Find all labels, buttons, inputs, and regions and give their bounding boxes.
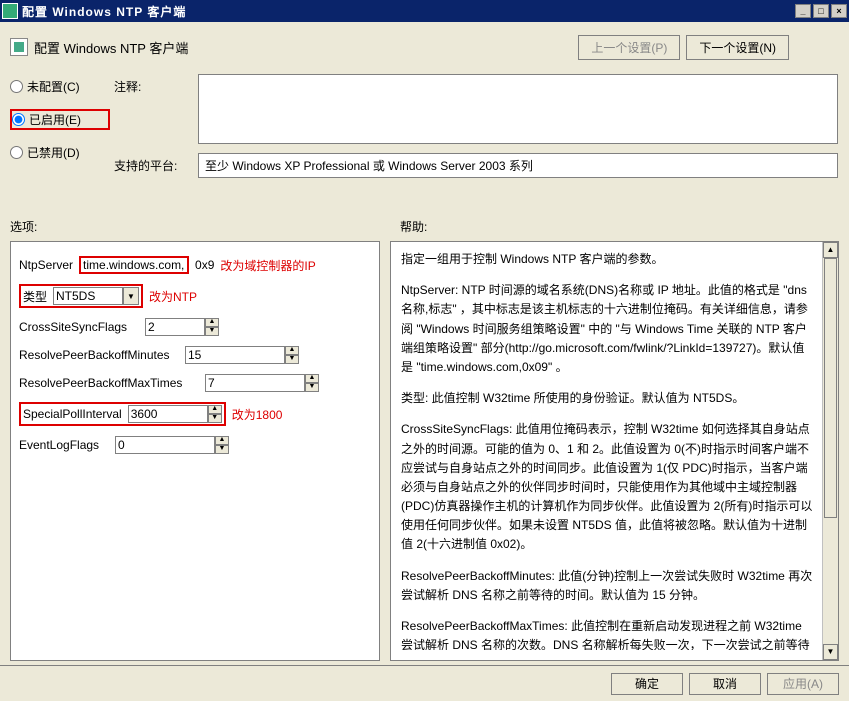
button-bar: 确定 取消 应用(A) (0, 665, 849, 701)
minimize-button[interactable]: _ (795, 4, 811, 18)
spin-down-icon[interactable]: ▼ (208, 414, 222, 423)
spin-up-icon[interactable]: ▲ (215, 436, 229, 445)
crosssite-label: CrossSiteSyncFlags (19, 320, 139, 334)
radio-enabled-label: 已启用(E) (29, 111, 81, 128)
spin-up-icon[interactable]: ▲ (205, 318, 219, 327)
ntpserver-input[interactable] (79, 256, 189, 274)
help-p6: ResolvePeerBackoffMaxTimes: 此值控制在重新启动发现进… (401, 617, 814, 650)
type-annotation: 改为NTP (149, 288, 197, 305)
close-button[interactable]: × (831, 4, 847, 18)
comment-label: 注释: (114, 74, 194, 95)
supported-label: 支持的平台: (114, 153, 194, 174)
ok-button[interactable]: 确定 (611, 673, 683, 695)
type-dropdown-icon[interactable]: ▼ (123, 287, 139, 305)
scroll-up-icon[interactable]: ▲ (823, 242, 838, 258)
crosssite-input[interactable] (145, 318, 205, 336)
prev-setting-button[interactable]: 上一个设置(P) (578, 35, 680, 60)
radio-disabled-label: 已禁用(D) (27, 144, 80, 161)
options-header: 选项: (10, 218, 380, 235)
type-combo[interactable]: ▼ (53, 287, 139, 305)
cancel-button[interactable]: 取消 (689, 673, 761, 695)
spin-up-icon[interactable]: ▲ (305, 374, 319, 383)
help-p2: NtpServer: NTP 时间源的域名系统(DNS)名称或 IP 地址。此值… (401, 281, 814, 377)
maximize-button[interactable]: □ (813, 4, 829, 18)
resolvemax-input[interactable] (205, 374, 305, 392)
radio-not-configured-label: 未配置(C) (27, 78, 80, 95)
title-bar: 配置 Windows NTP 客户端 _ □ × (0, 0, 849, 22)
type-label: 类型 (23, 288, 47, 305)
ntpserver-label: NtpServer (19, 258, 73, 272)
radio-not-configured-input[interactable] (10, 80, 23, 93)
resolvemax-spinner[interactable]: ▲▼ (205, 374, 319, 392)
help-p5: ResolvePeerBackoffMinutes: 此值(分钟)控制上一次尝试… (401, 567, 814, 605)
help-scrollbar[interactable]: ▲ ▼ (822, 242, 838, 660)
options-panel: NtpServer 0x9 改为域控制器的IP 类型 ▼ 改为NTP Cross… (10, 241, 380, 661)
resolvemin-spinner[interactable]: ▲▼ (185, 346, 299, 364)
spin-up-icon[interactable]: ▲ (285, 346, 299, 355)
radio-disabled[interactable]: 已禁用(D) (10, 144, 110, 161)
policy-icon (10, 38, 28, 56)
scroll-thumb[interactable] (824, 258, 837, 518)
help-p4: CrossSiteSyncFlags: 此值用位掩码表示，控制 W32time … (401, 420, 814, 554)
supported-platforms: 至少 Windows XP Professional 或 Windows Ser… (198, 153, 838, 178)
help-text[interactable]: 指定一组用于控制 Windows NTP 客户端的参数。 NtpServer: … (401, 250, 828, 650)
help-p1: 指定一组用于控制 Windows NTP 客户端的参数。 (401, 250, 814, 269)
eventlog-input[interactable] (115, 436, 215, 454)
radio-not-configured[interactable]: 未配置(C) (10, 78, 110, 95)
spin-down-icon[interactable]: ▼ (215, 445, 229, 454)
spin-down-icon[interactable]: ▼ (305, 383, 319, 392)
apply-button[interactable]: 应用(A) (767, 673, 839, 695)
scroll-track[interactable] (823, 258, 838, 644)
spin-up-icon[interactable]: ▲ (208, 405, 222, 414)
scroll-down-icon[interactable]: ▼ (823, 644, 838, 660)
spin-down-icon[interactable]: ▼ (205, 327, 219, 336)
window-title: 配置 Windows NTP 客户端 (22, 3, 793, 20)
comment-textarea[interactable] (198, 74, 838, 144)
app-icon (2, 3, 18, 19)
special-annotation: 改为1800 (232, 406, 283, 423)
special-label: SpecialPollInterval (23, 407, 122, 421)
special-input[interactable] (128, 405, 208, 423)
eventlog-spinner[interactable]: ▲▼ (115, 436, 229, 454)
spin-down-icon[interactable]: ▼ (285, 355, 299, 364)
page-heading: 配置 Windows NTP 客户端 (34, 38, 188, 57)
ntpserver-annotation: 改为域控制器的IP (220, 257, 315, 274)
radio-disabled-input[interactable] (10, 146, 23, 159)
next-setting-button[interactable]: 下一个设置(N) (686, 35, 789, 60)
special-spinner[interactable]: ▲▼ (128, 405, 222, 423)
radio-enabled[interactable]: 已启用(E) (12, 111, 108, 128)
resolvemin-label: ResolvePeerBackoffMinutes (19, 348, 179, 362)
ntpserver-suffix: 0x9 (195, 258, 214, 272)
help-header: 帮助: (400, 218, 427, 235)
help-p3: 类型: 此值控制 W32time 所使用的身份验证。默认值为 NT5DS。 (401, 389, 814, 408)
crosssite-spinner[interactable]: ▲▼ (145, 318, 219, 336)
radio-enabled-input[interactable] (12, 113, 25, 126)
resolvemax-label: ResolvePeerBackoffMaxTimes (19, 376, 199, 390)
resolvemin-input[interactable] (185, 346, 285, 364)
help-panel: 指定一组用于控制 Windows NTP 客户端的参数。 NtpServer: … (390, 241, 839, 661)
type-input[interactable] (53, 287, 123, 305)
eventlog-label: EventLogFlags (19, 438, 109, 452)
